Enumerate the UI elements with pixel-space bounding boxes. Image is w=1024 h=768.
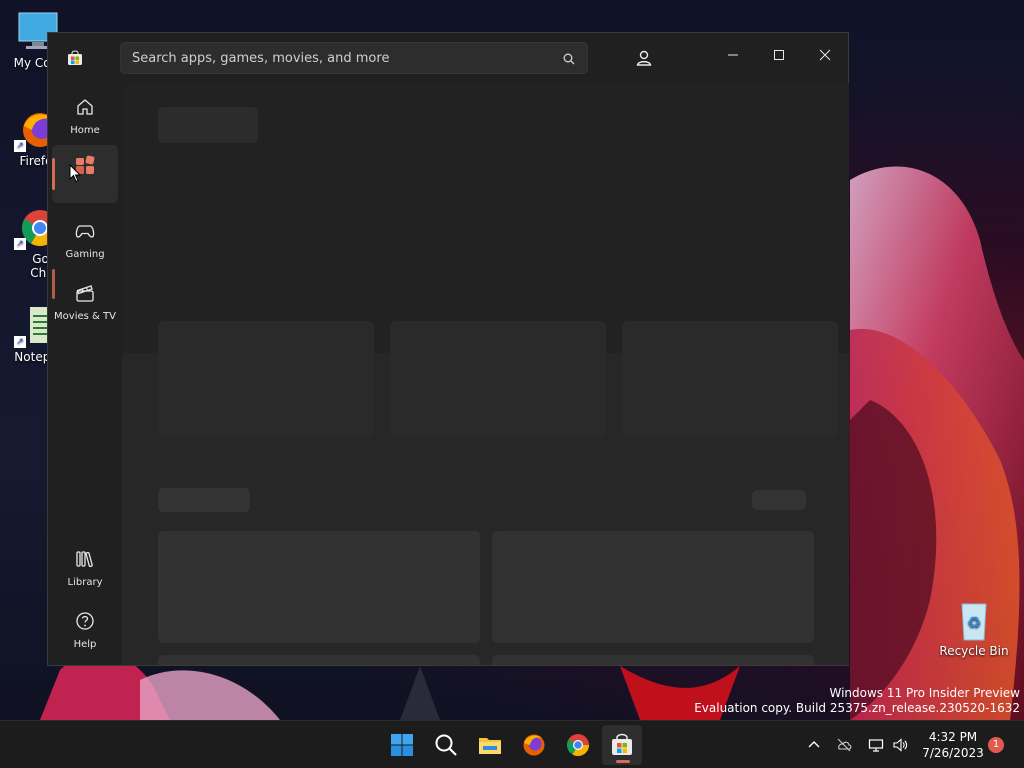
windows-watermark: Windows 11 Pro Insider Preview Evaluatio… [694, 686, 1020, 716]
recycle-bin-icon: ♻ [952, 598, 996, 642]
search-box[interactable]: Search apps, games, movies, and more [120, 42, 588, 74]
search-input[interactable]: Search apps, games, movies, and more [132, 43, 389, 75]
clock-time: 4:32 PM [928, 730, 978, 744]
nav-item-label: Movies & TV [54, 311, 116, 322]
nav-item-label: Library [67, 577, 103, 588]
navigation-rail: Home Gaming Movies & TV Library Help [48, 83, 122, 665]
close-icon [819, 49, 831, 61]
nav-active-indicator [52, 158, 55, 190]
search-icon[interactable] [563, 53, 575, 65]
title-bar[interactable]: Search apps, games, movies, and more [48, 33, 848, 83]
gamepad-icon [75, 225, 95, 238]
svg-text:♻: ♻ [967, 613, 981, 632]
app-card-placeholder [492, 531, 814, 643]
taskbar-search-button[interactable] [426, 725, 466, 765]
search-icon [435, 734, 457, 756]
taskbar-chrome[interactable] [558, 725, 598, 765]
firefox-icon [523, 734, 545, 756]
hero-title-placeholder [158, 107, 258, 143]
network-icon[interactable] [868, 737, 884, 753]
taskbar-start-button[interactable] [382, 725, 422, 765]
app-card-placeholder [492, 655, 814, 665]
show-hidden-icons-chevron-up-icon[interactable] [806, 737, 822, 753]
onedrive-offline-icon[interactable] [836, 737, 852, 753]
chrome-icon [567, 734, 589, 756]
hero-card-placeholder [622, 321, 838, 437]
running-indicator [616, 760, 630, 763]
shortcut-arrow-icon: ↗ [14, 140, 26, 152]
close-button[interactable] [802, 39, 848, 71]
nav-item-label: Home [70, 125, 100, 136]
desktop-icon-label: Recycle Bin [939, 644, 1009, 658]
home-icon [77, 99, 93, 115]
nav-item-library[interactable]: Library [52, 539, 118, 597]
app-card-placeholder [158, 655, 480, 665]
microsoft-store-logo-icon [68, 50, 82, 65]
shortcut-arrow-icon: ↗ [14, 336, 26, 348]
taskbar: 4:32 PM 7/26/2023 1 [0, 720, 1024, 768]
nav-item-apps[interactable] [52, 145, 118, 203]
taskbar-clock[interactable]: 4:32 PM 7/26/2023 [920, 729, 986, 761]
nav-item-home[interactable]: Home [52, 87, 118, 145]
content-loading-area [122, 83, 849, 665]
section-title-placeholder [158, 488, 250, 512]
minimize-icon [728, 54, 738, 56]
watermark-line-2: Evaluation copy. Build 25375.zn_release.… [694, 701, 1020, 715]
windows-start-icon [391, 734, 413, 756]
nav-item-label: Help [73, 639, 97, 650]
shortcut-arrow-icon: ↗ [14, 238, 26, 250]
nav-item-help[interactable]: Help [52, 601, 118, 659]
notification-badge[interactable]: 1 [988, 737, 1004, 753]
nav-item-movies-tv[interactable]: Movies & TV [52, 273, 118, 331]
file-explorer-icon [479, 738, 501, 754]
nav-item-label: Gaming [65, 249, 105, 260]
mouse-cursor-icon [69, 164, 81, 183]
maximize-button[interactable] [756, 39, 802, 71]
hero-card-placeholder [158, 321, 374, 437]
maximize-icon [774, 50, 784, 60]
microsoft-store-window: Search apps, games, movies, and more Hom… [47, 32, 849, 666]
clapperboard-icon [76, 285, 94, 302]
clock-date: 7/26/2023 [922, 746, 984, 760]
watermark-line-1: Windows 11 Pro Insider Preview [829, 686, 1020, 700]
volume-icon[interactable] [892, 737, 908, 753]
taskbar-microsoft-store[interactable] [602, 725, 642, 765]
minimize-button[interactable] [710, 39, 756, 71]
taskbar-file-explorer[interactable] [470, 725, 510, 765]
library-icon [76, 551, 93, 568]
desktop-icon-recycle-bin[interactable]: ♻ Recycle Bin [938, 598, 1010, 658]
account-icon[interactable] [634, 48, 654, 68]
hero-card-placeholder [390, 321, 606, 437]
see-all-placeholder [752, 490, 806, 510]
help-icon [76, 612, 94, 630]
taskbar-firefox[interactable] [514, 725, 554, 765]
microsoft-store-icon [612, 733, 632, 755]
nav-item-gaming[interactable]: Gaming [52, 211, 118, 269]
app-card-placeholder [158, 531, 480, 643]
